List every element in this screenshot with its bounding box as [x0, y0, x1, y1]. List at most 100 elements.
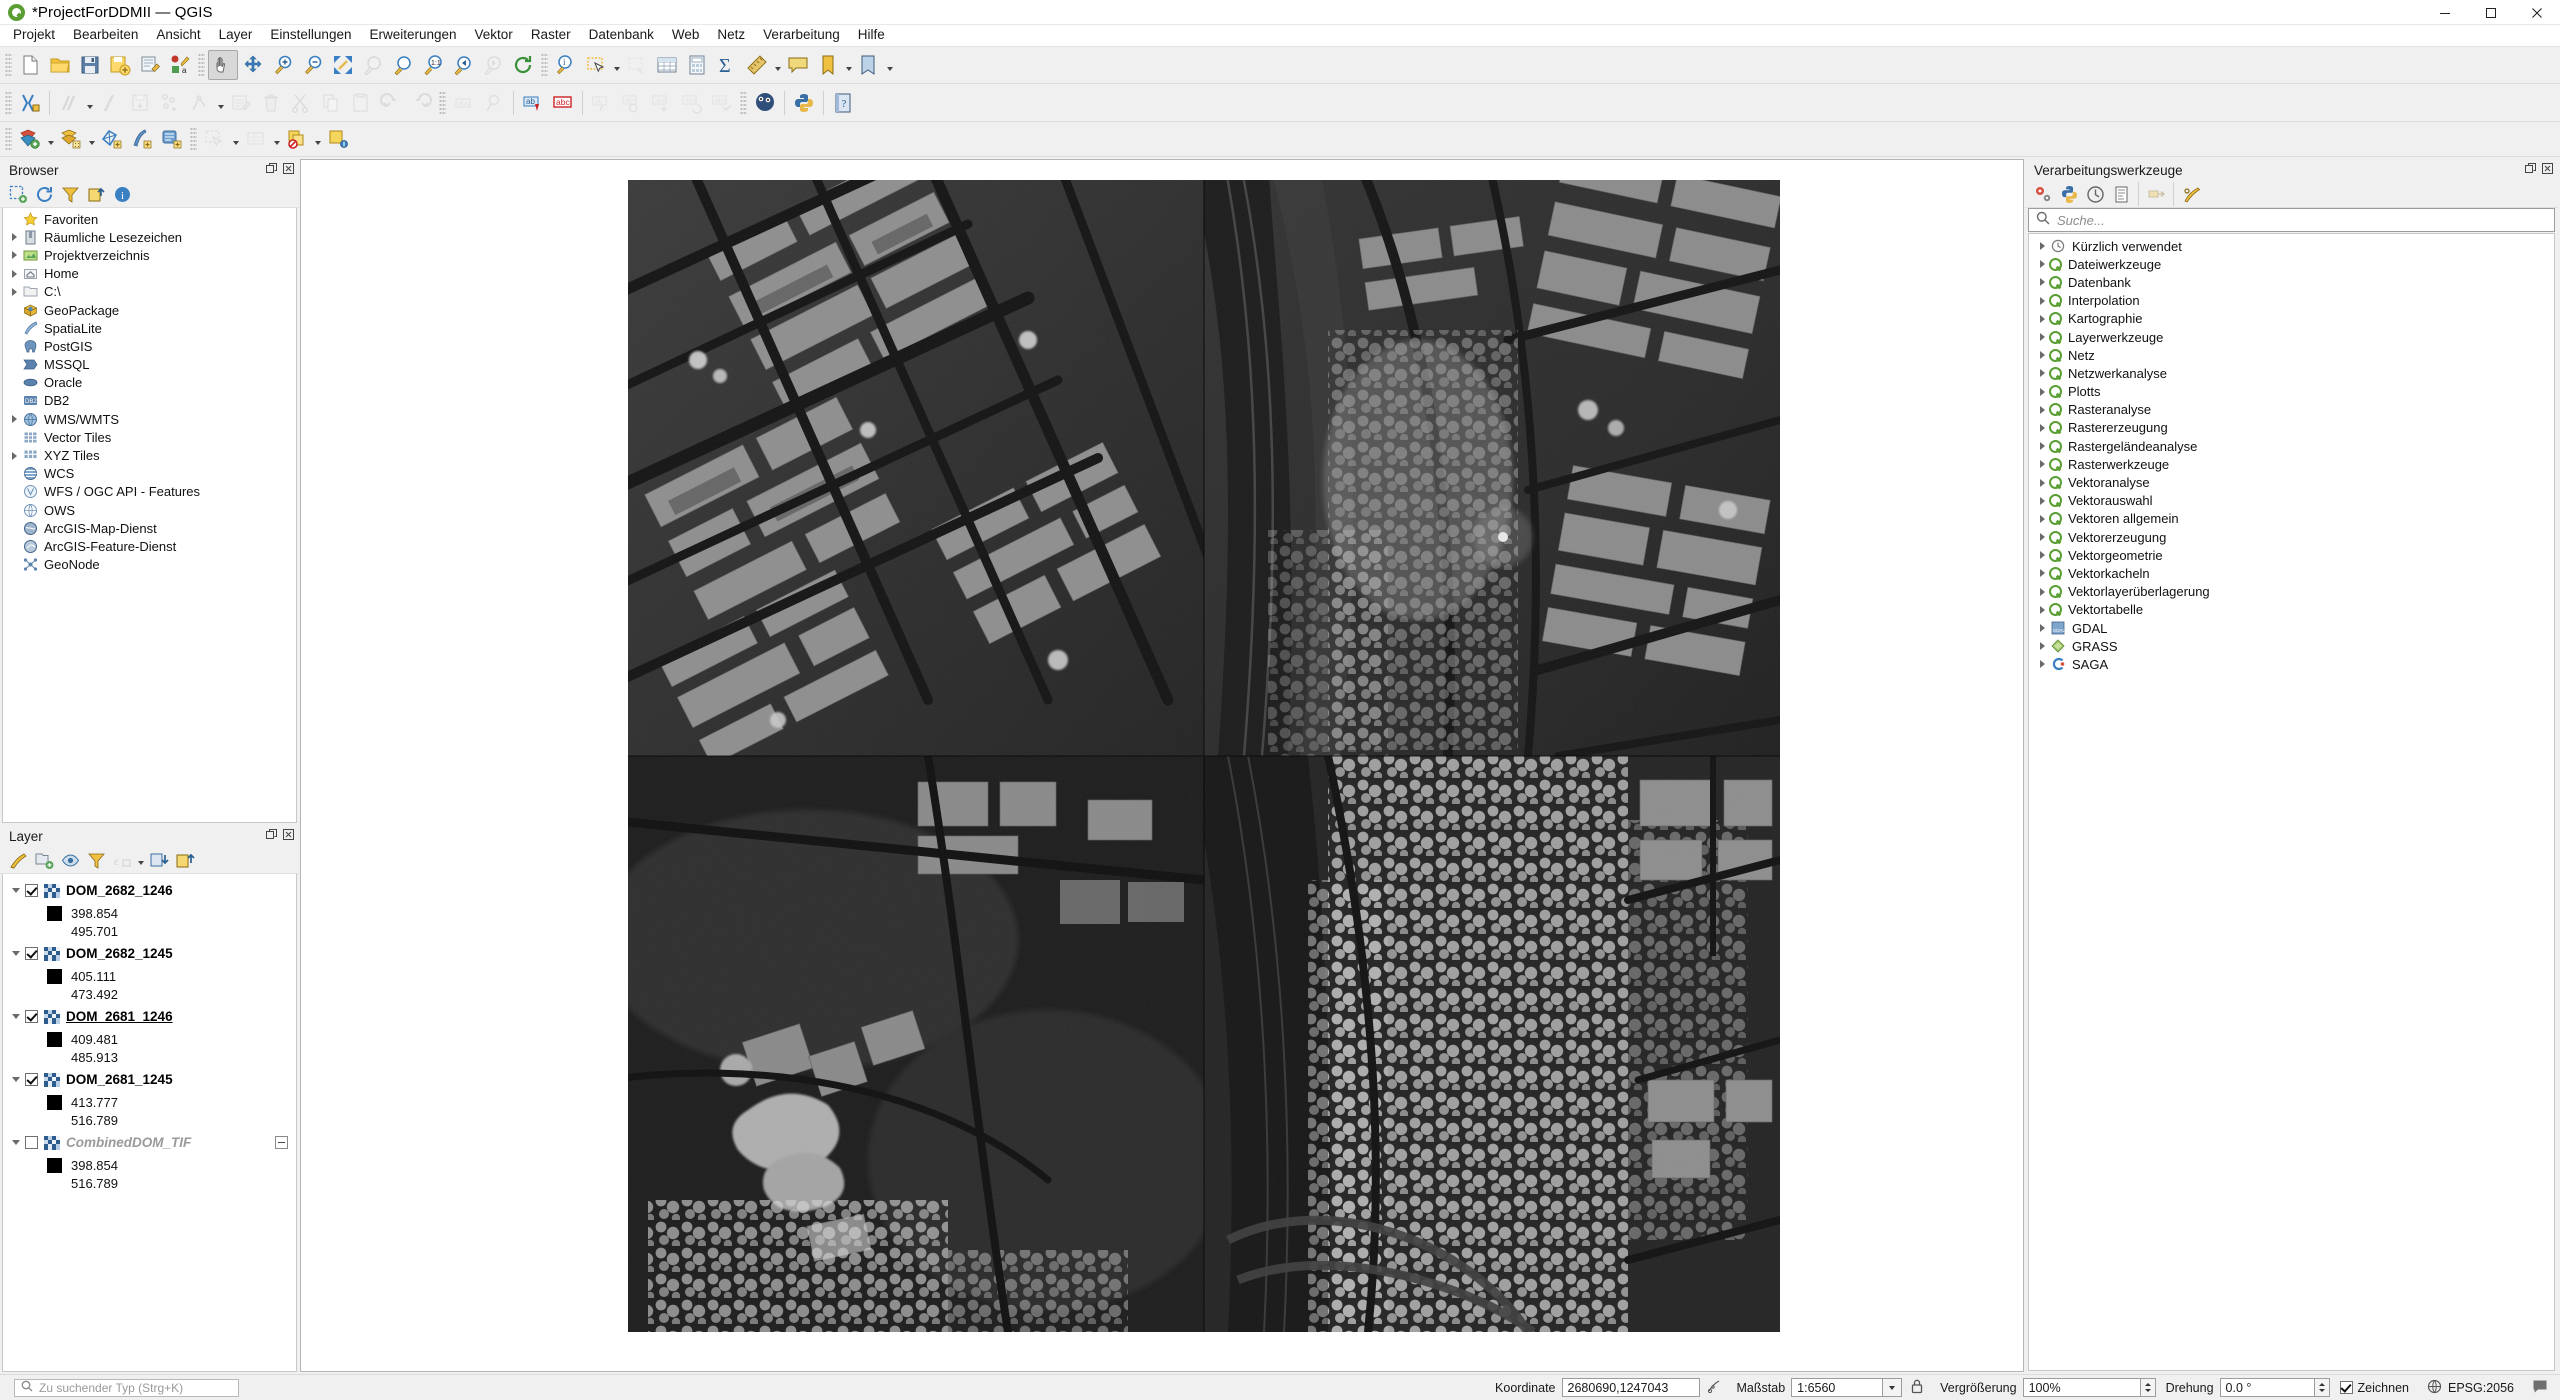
- chevron-right-icon[interactable]: [2035, 657, 2049, 671]
- filter-legend-icon[interactable]: [83, 848, 109, 872]
- move-feature-icon[interactable]: [155, 88, 185, 118]
- expression-filter-icon[interactable]: ε: [109, 848, 135, 872]
- edit-model-icon[interactable]: [2178, 182, 2204, 206]
- processing-group-vektorauswahl[interactable]: Vektorauswahl: [2029, 492, 2554, 510]
- chevron-right-icon[interactable]: [2035, 494, 2049, 508]
- chevron-right-icon[interactable]: [2035, 603, 2049, 617]
- zoom-last-icon[interactable]: [448, 50, 478, 80]
- redo-icon[interactable]: [406, 88, 436, 118]
- browser-item-vector-tiles[interactable]: Vector Tiles: [3, 428, 296, 446]
- processing-group-kartographie[interactable]: Kartographie: [2029, 310, 2554, 328]
- chevron-right-icon[interactable]: [2035, 366, 2049, 380]
- add-group-icon[interactable]: [31, 848, 57, 872]
- menu-ansicht[interactable]: Ansicht: [147, 25, 209, 46]
- processing-group-gdal[interactable]: GDAL GDAL: [2029, 619, 2554, 637]
- browser-item-spatialite[interactable]: SpatiaLite: [3, 319, 296, 337]
- field-calculator-icon[interactable]: [682, 50, 712, 80]
- refresh-icon[interactable]: [508, 50, 538, 80]
- processing-group-dateiwerkzeuge[interactable]: Dateiwerkzeuge: [2029, 255, 2554, 273]
- processing-tree[interactable]: Kürzlich verwendet Dateiwerkzeuge Datenb…: [2028, 233, 2555, 1371]
- menu-erweiterungen[interactable]: Erweiterungen: [360, 25, 465, 46]
- locator-search-input[interactable]: Zu suchender Typ (Strg+K): [14, 1378, 239, 1397]
- open-layer-styling-icon[interactable]: [5, 848, 31, 872]
- processing-group-vektoren-allgemein[interactable]: Vektoren allgemein: [2029, 510, 2554, 528]
- statistics-icon[interactable]: Σ: [712, 50, 742, 80]
- chevron-down-icon[interactable]: [9, 884, 23, 898]
- properties-info-icon[interactable]: i: [109, 182, 135, 206]
- layer-visibility-checkbox[interactable]: [25, 1010, 38, 1023]
- save-layer-edits-icon[interactable]: [125, 88, 155, 118]
- layer-row[interactable]: DOM_2681_1246: [3, 1003, 296, 1030]
- chevron-right-icon[interactable]: [2035, 239, 2049, 253]
- map-canvas[interactable]: [628, 180, 1780, 1332]
- layer-visibility-checkbox[interactable]: [25, 947, 38, 960]
- browser-item-arcgis-map-dienst[interactable]: ArcGIS-Map-Dienst: [3, 519, 296, 537]
- processing-group-rastererzeugung[interactable]: Rastererzeugung: [2029, 419, 2554, 437]
- browser-item-wms-wmts[interactable]: WMS/WMTS: [3, 410, 296, 428]
- help-icon[interactable]: ?: [828, 88, 858, 118]
- browser-item-db2[interactable]: DB2 DB2: [3, 392, 296, 410]
- open-project-icon[interactable]: [45, 50, 75, 80]
- close-button[interactable]: [2514, 0, 2560, 25]
- scale-value[interactable]: 1:6560: [1791, 1378, 1884, 1397]
- chevron-right-icon[interactable]: [2035, 348, 2049, 362]
- zoom-out-icon[interactable]: [298, 50, 328, 80]
- chevron-down-icon[interactable]: [9, 1010, 23, 1024]
- history-icon[interactable]: [2082, 182, 2108, 206]
- scale-dropdown-arrow[interactable]: [1883, 1378, 1903, 1397]
- measure-icon[interactable]: [742, 50, 772, 80]
- open-table-dropdown[interactable]: [271, 124, 282, 154]
- pan-to-selection-icon[interactable]: [238, 50, 268, 80]
- menu-datenbank[interactable]: Datenbank: [580, 25, 663, 46]
- add-raster-dropdown[interactable]: [86, 124, 97, 154]
- processing-close-icon[interactable]: [2541, 162, 2553, 174]
- new-project-icon[interactable]: [15, 50, 45, 80]
- processing-group-grass[interactable]: GRASS: [2029, 637, 2554, 655]
- chevron-right-icon[interactable]: [2035, 548, 2049, 562]
- toolbar-drag-handle[interactable]: [740, 90, 747, 115]
- layer-visibility-checkbox[interactable]: [25, 1073, 38, 1086]
- lock-scale-icon[interactable]: [1910, 1378, 1924, 1397]
- select-area-dropdown[interactable]: [230, 124, 241, 154]
- processing-group-vektorlayerueberlagerung[interactable]: Vektorlayerüberlagerung: [2029, 583, 2554, 601]
- add-postgis-layer-icon[interactable]: [157, 124, 187, 154]
- new-bookmark-icon[interactable]: [813, 50, 843, 80]
- add-vector-layer-icon[interactable]: [15, 124, 45, 154]
- vertex-tool-icon[interactable]: [185, 88, 215, 118]
- browser-item-wfs-ogc-api-features[interactable]: WFS / OGC API - Features: [3, 483, 296, 501]
- browser-item-oracle[interactable]: Oracle: [3, 374, 296, 392]
- python-script-icon[interactable]: [2056, 182, 2082, 206]
- render-checkbox[interactable]: [2339, 1381, 2353, 1394]
- layers-close-icon[interactable]: [282, 828, 294, 840]
- zoom-in-icon[interactable]: [268, 50, 298, 80]
- save-project-as-icon[interactable]: [105, 50, 135, 80]
- browser-tree[interactable]: Favoriten Räumliche Lesezeichen Projektv…: [2, 208, 297, 823]
- move-label-icon[interactable]: ab: [587, 88, 617, 118]
- model-designer-icon[interactable]: [2143, 182, 2169, 206]
- chevron-right-icon[interactable]: [2035, 439, 2049, 453]
- layers-tree[interactable]: DOM_2682_1246 398.854 495.701 DOM_2682_1…: [2, 874, 297, 1372]
- browser-float-icon[interactable]: [265, 162, 277, 174]
- browser-item-home[interactable]: Home: [3, 265, 296, 283]
- chevron-down-icon[interactable]: [9, 1136, 23, 1150]
- rotation-value[interactable]: 0.0 °: [2219, 1378, 2315, 1397]
- chevron-right-icon[interactable]: [7, 449, 21, 463]
- chevron-right-icon[interactable]: [7, 267, 21, 281]
- chevron-right-icon[interactable]: [2035, 457, 2049, 471]
- browser-item-xyz-tiles[interactable]: XYZ Tiles: [3, 446, 296, 464]
- show-hide-labels-icon[interactable]: abc: [548, 88, 578, 118]
- chevron-right-icon[interactable]: [7, 230, 21, 244]
- menu-raster[interactable]: Raster: [522, 25, 580, 46]
- layer-row[interactable]: DOM_2681_1245: [3, 1066, 296, 1093]
- processing-group-vektoranalyse[interactable]: Vektoranalyse: [2029, 473, 2554, 491]
- rotate-label-icon[interactable]: abc: [617, 88, 647, 118]
- save-project-icon[interactable]: [75, 50, 105, 80]
- browser-item-wcs[interactable]: WCS: [3, 465, 296, 483]
- browser-close-icon[interactable]: [282, 162, 294, 174]
- menu-verarbeitung[interactable]: Verarbeitung: [754, 25, 849, 46]
- magnifier-stepper[interactable]: [2140, 1378, 2156, 1397]
- browser-item-ows[interactable]: OWS: [3, 501, 296, 519]
- menu-web[interactable]: Web: [663, 25, 709, 46]
- copy-features-icon[interactable]: [316, 88, 346, 118]
- layer-collapse-toggle[interactable]: [275, 1136, 288, 1149]
